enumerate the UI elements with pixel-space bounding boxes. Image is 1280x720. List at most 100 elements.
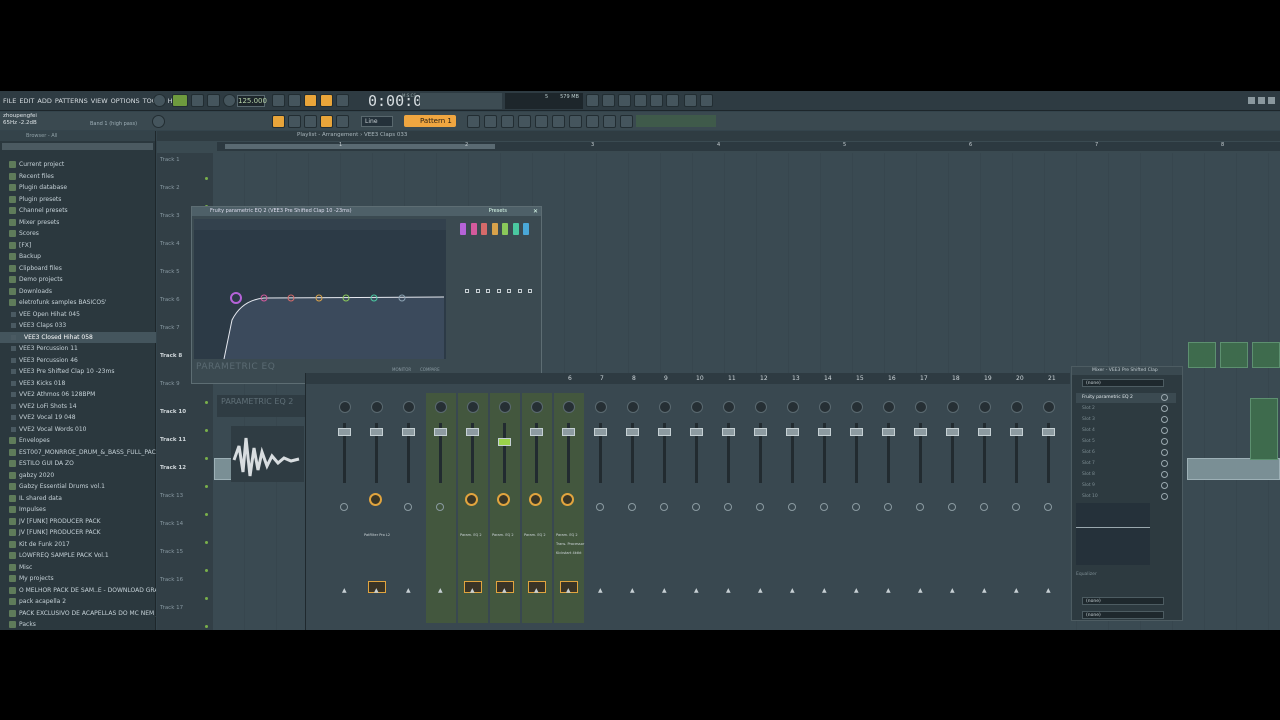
browser-item[interactable]: Plugin presets xyxy=(0,194,156,205)
pan-knob[interactable] xyxy=(499,401,511,413)
volume-fader[interactable] xyxy=(530,428,543,436)
volume-fader[interactable] xyxy=(754,428,767,436)
browser-item[interactable]: VEE3 Closed Hihat 058 xyxy=(0,331,156,343)
pan-knob[interactable] xyxy=(531,401,543,413)
route-arrow-icon[interactable]: ▲ xyxy=(822,587,827,594)
track-label[interactable]: Track 10 xyxy=(160,409,186,415)
mixer-icon[interactable] xyxy=(650,94,663,107)
playlist-icon[interactable] xyxy=(467,115,480,128)
browser-item[interactable]: IL shared data xyxy=(0,493,156,504)
track-label[interactable]: Track 17 xyxy=(160,605,183,611)
pan-knob[interactable] xyxy=(403,401,415,413)
route-arrow-icon[interactable]: ▲ xyxy=(854,587,859,594)
mixer-channel[interactable]: ▲ xyxy=(970,393,1000,623)
volume-fader[interactable] xyxy=(978,428,991,436)
track-label[interactable]: Track 4 xyxy=(160,241,180,247)
pan-knob[interactable] xyxy=(755,401,767,413)
volume-fader[interactable] xyxy=(946,428,959,436)
effect-slot[interactable]: Slot 9 xyxy=(1076,481,1176,491)
volume-fader[interactable] xyxy=(434,428,447,436)
browser-item[interactable]: Scores xyxy=(0,228,156,239)
route-arrow-icon[interactable]: ▲ xyxy=(438,587,443,594)
menu-options[interactable]: OPTIONS xyxy=(111,97,140,105)
pattern-select[interactable]: Pattern 1 xyxy=(404,115,456,127)
route-arrow-icon[interactable]: ▲ xyxy=(566,587,571,594)
slot-mix-knob[interactable] xyxy=(1161,394,1168,401)
pan-knob[interactable] xyxy=(819,401,831,413)
track-label[interactable]: Track 7 xyxy=(160,325,180,331)
browser-item[interactable]: O MELHOR PACK DE SAM..E - DOWNLOAD GRÁTI… xyxy=(0,585,156,596)
master-volume-knob[interactable] xyxy=(152,115,165,128)
track-mute-led[interactable] xyxy=(205,457,208,460)
step-edit-icon[interactable] xyxy=(320,94,333,107)
help-icon[interactable] xyxy=(634,94,647,107)
effect-slot[interactable]: Slot 7 xyxy=(1076,459,1176,469)
fx-enable-icon[interactable] xyxy=(561,493,574,506)
pattern-clip[interactable] xyxy=(1220,342,1248,368)
pattern-clip[interactable] xyxy=(1252,342,1280,368)
chat-icon[interactable] xyxy=(684,94,697,107)
draw-icon[interactable] xyxy=(304,115,317,128)
browser-item[interactable]: EST007_MONRROE_DRUM_&_BASS_FULL_PACK xyxy=(0,447,156,458)
browser-item[interactable]: Packs xyxy=(0,619,156,630)
volume-fader[interactable] xyxy=(466,428,479,436)
mixer-channel[interactable]: ▲ xyxy=(938,393,968,623)
slot-mix-knob[interactable] xyxy=(1161,416,1168,423)
pan-knob[interactable] xyxy=(883,401,895,413)
channel-rack-view-icon[interactable] xyxy=(518,115,531,128)
volume-fader[interactable] xyxy=(882,428,895,436)
volume-fader[interactable] xyxy=(402,428,415,436)
slot-mix-knob[interactable] xyxy=(1161,449,1168,456)
slot-mix-knob[interactable] xyxy=(1161,460,1168,467)
fx-ring-icon[interactable] xyxy=(1044,503,1052,511)
stamp-icon[interactable] xyxy=(336,115,349,128)
loop-record-icon[interactable] xyxy=(336,94,349,107)
track-label[interactable]: Track 3 xyxy=(160,213,180,219)
volume-fader[interactable] xyxy=(498,438,511,446)
band-toggle[interactable] xyxy=(528,289,532,293)
track-mute-led[interactable] xyxy=(205,401,208,404)
track-label[interactable]: Track 1 xyxy=(160,157,180,163)
mixer-channel[interactable]: ▲ xyxy=(746,393,776,623)
band-level-bar[interactable] xyxy=(502,223,508,235)
wait-input-icon[interactable] xyxy=(288,94,301,107)
eq-graph[interactable] xyxy=(194,219,446,359)
effect-slot[interactable]: Slot 10 xyxy=(1076,492,1176,502)
route-arrow-icon[interactable]: ▲ xyxy=(886,587,891,594)
pan-knob[interactable] xyxy=(627,401,639,413)
monitor-button[interactable]: MONITOR xyxy=(392,367,411,372)
output-select-2[interactable]: (none) xyxy=(1082,611,1164,619)
slot-mix-knob[interactable] xyxy=(1161,471,1168,478)
browser-item[interactable]: My projects xyxy=(0,573,156,584)
fx-ring-icon[interactable] xyxy=(916,503,924,511)
mixer-channel[interactable]: ▲ xyxy=(330,393,360,623)
metronome-icon[interactable] xyxy=(272,94,285,107)
effect-slot[interactable]: Slot 2 xyxy=(1076,404,1176,414)
band-level-bar[interactable] xyxy=(481,223,487,235)
route-arrow-icon[interactable]: ▲ xyxy=(1046,587,1051,594)
route-arrow-icon[interactable]: ▲ xyxy=(1014,587,1019,594)
mixer-view-icon[interactable] xyxy=(484,115,497,128)
output-select-1[interactable]: (none) xyxy=(1082,597,1164,605)
pan-knob[interactable] xyxy=(1011,401,1023,413)
route-arrow-icon[interactable]: ▲ xyxy=(502,587,507,594)
volume-fader[interactable] xyxy=(562,428,575,436)
slot-mix-knob[interactable] xyxy=(1161,482,1168,489)
effect-slot[interactable]: Fruity parametric EQ 2 xyxy=(1076,393,1176,403)
fx-ring-icon[interactable] xyxy=(1012,503,1020,511)
browser-search-input[interactable] xyxy=(2,143,153,150)
fx-enable-icon[interactable] xyxy=(465,493,478,506)
track-label[interactable]: Track 12 xyxy=(160,465,186,471)
effect-slot[interactable]: Slot 6 xyxy=(1076,448,1176,458)
track-label[interactable]: Track 15 xyxy=(160,549,183,555)
browser-item[interactable]: LOWFREQ SAMPLE PACK Vol.1 xyxy=(0,550,156,561)
countdown-icon[interactable] xyxy=(304,94,317,107)
pat-song-toggle[interactable] xyxy=(172,94,188,107)
pan-knob[interactable] xyxy=(595,401,607,413)
pan-knob[interactable] xyxy=(435,401,447,413)
mixer-channel[interactable]: ▲ xyxy=(554,393,584,623)
mixer-channel[interactable]: ▲ xyxy=(1034,393,1064,623)
route-arrow-icon[interactable]: ▲ xyxy=(694,587,699,594)
tempo-display[interactable]: 125.000 xyxy=(237,95,267,107)
fx-ring-icon[interactable] xyxy=(884,503,892,511)
